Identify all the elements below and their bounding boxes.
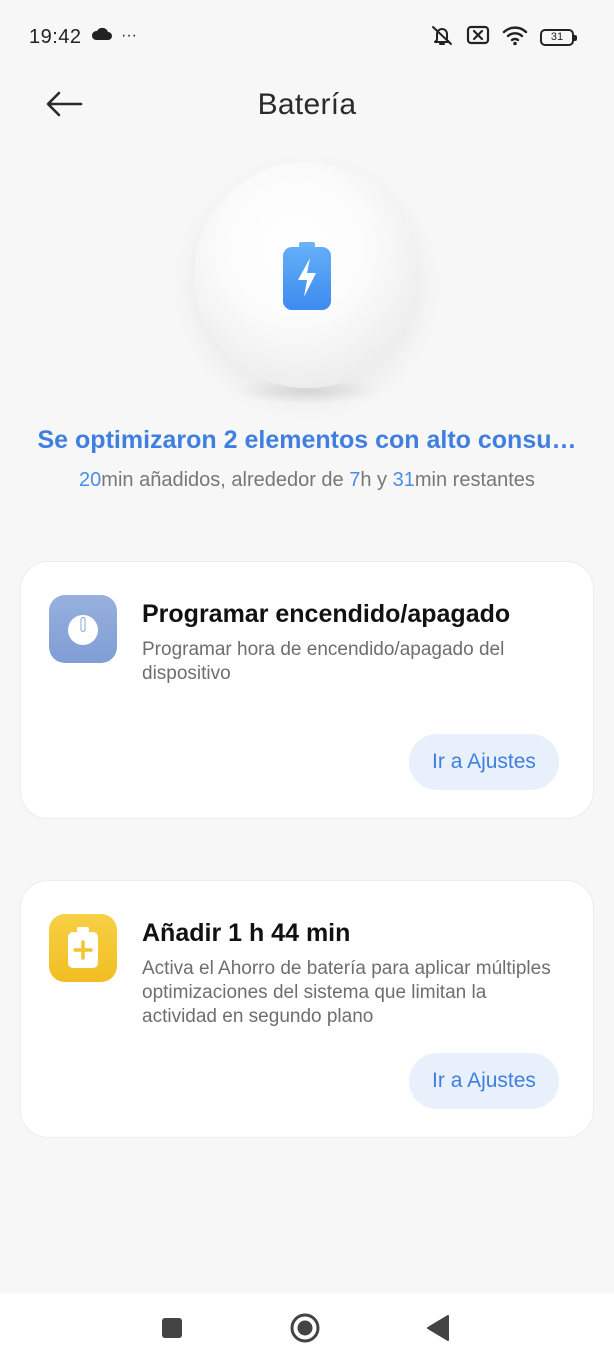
- go-to-settings-button[interactable]: Ir a Ajustes: [409, 1053, 559, 1109]
- home-circle-icon: [289, 1312, 321, 1349]
- wifi-icon: [502, 24, 528, 51]
- recents-square-icon: [160, 1316, 184, 1345]
- back-nav-button[interactable]: [421, 1313, 455, 1347]
- card-title: Añadir 1 h 44 min: [142, 919, 351, 947]
- status-bar: 19:42 ··· 31: [0, 0, 614, 72]
- minutes-remaining: 31: [392, 469, 415, 491]
- home-button[interactable]: [288, 1313, 322, 1347]
- card-description: Activa el Ahorro de batería para aplicar…: [142, 958, 551, 1027]
- battery-plus-icon: [49, 914, 117, 982]
- battery-level: 31: [550, 30, 564, 43]
- recents-button[interactable]: [155, 1313, 189, 1347]
- hours-remaining: 7: [349, 469, 361, 491]
- battery-icon: 31: [540, 28, 577, 46]
- card-title: Programar encendido/apagado: [142, 600, 511, 628]
- battery-charging-icon: [283, 242, 331, 310]
- bell-off-icon: [430, 23, 454, 52]
- go-to-settings-button[interactable]: Ir a Ajustes: [409, 734, 559, 790]
- status-time: 19:42: [29, 26, 82, 48]
- minutes-added: 20: [79, 469, 102, 491]
- cloud-icon: [91, 27, 113, 46]
- battery-saver-card: Añadir 1 h 44 min Activa el Ahorro de ba…: [20, 880, 594, 1138]
- hero-subtitle: 20min añadidos, alrededor de 7h y 31min …: [79, 469, 535, 491]
- power-icon: [49, 595, 117, 663]
- schedule-power-card: Programar encendido/apagado Programar ho…: [20, 561, 594, 819]
- hero-title: Se optimizaron 2 elementos con alto cons…: [37, 426, 577, 454]
- sim-off-icon: [466, 24, 490, 51]
- navigation-bar: [0, 1293, 614, 1366]
- page-title: Batería: [257, 88, 357, 121]
- back-triangle-icon: [425, 1314, 451, 1347]
- more-indicator: ···: [121, 27, 137, 44]
- card-description: Programar hora de encendido/apagado del …: [142, 639, 505, 684]
